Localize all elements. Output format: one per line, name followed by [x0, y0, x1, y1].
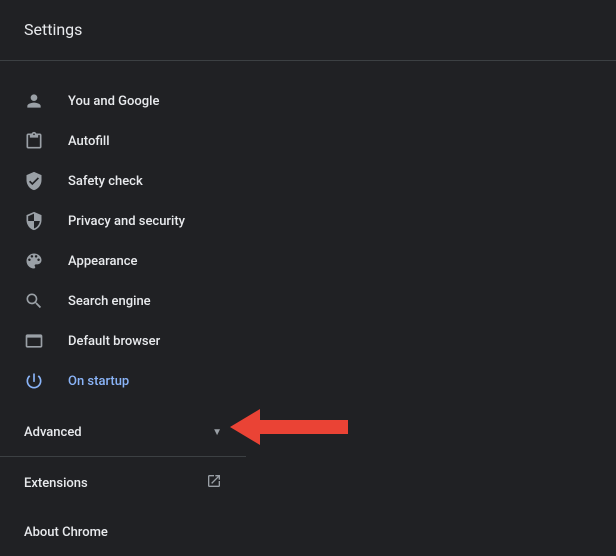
- sidebar-item-appearance[interactable]: Appearance: [0, 241, 246, 281]
- page-title: Settings: [24, 20, 592, 39]
- sidebar-item-label: Safety check: [68, 174, 143, 189]
- sidebar-item-extensions[interactable]: Extensions: [0, 457, 246, 509]
- sidebar-item-label: Default browser: [68, 334, 160, 349]
- sidebar-item-label: Autofill: [68, 134, 110, 149]
- sidebar-item-you-and-google[interactable]: You and Google: [0, 81, 246, 121]
- browser-icon: [24, 331, 44, 351]
- clipboard-icon: [24, 131, 44, 151]
- sidebar-item-safety-check[interactable]: Safety check: [0, 161, 246, 201]
- content-area: You and Google Autofill Safety check Pri…: [0, 61, 616, 548]
- palette-icon: [24, 251, 44, 271]
- chevron-down-icon: ▼: [212, 427, 222, 438]
- person-icon: [24, 91, 44, 111]
- sidebar-item-label: You and Google: [68, 94, 159, 109]
- external-link-icon: [206, 473, 222, 493]
- sidebar-item-privacy-security[interactable]: Privacy and security: [0, 201, 246, 241]
- sidebar-item-autofill[interactable]: Autofill: [0, 121, 246, 161]
- extensions-label: Extensions: [24, 476, 88, 491]
- sidebar-item-label: Search engine: [68, 294, 151, 309]
- about-label: About Chrome: [24, 525, 108, 540]
- annotation-arrow: [230, 407, 350, 451]
- shield-icon: [24, 211, 44, 231]
- sidebar-item-default-browser[interactable]: Default browser: [0, 321, 246, 361]
- sidebar: You and Google Autofill Safety check Pri…: [0, 61, 246, 556]
- shield-check-icon: [24, 171, 44, 191]
- sidebar-item-advanced[interactable]: Advanced ▼: [0, 409, 246, 456]
- sidebar-item-label: Privacy and security: [68, 214, 185, 229]
- sidebar-item-search-engine[interactable]: Search engine: [0, 281, 246, 321]
- sidebar-item-label: Appearance: [68, 254, 137, 269]
- search-icon: [24, 291, 44, 311]
- sidebar-item-label: On startup: [68, 374, 129, 389]
- advanced-label: Advanced: [24, 425, 82, 440]
- power-icon: [24, 371, 44, 391]
- settings-header: Settings: [0, 0, 616, 60]
- sidebar-item-on-startup[interactable]: On startup: [0, 361, 246, 401]
